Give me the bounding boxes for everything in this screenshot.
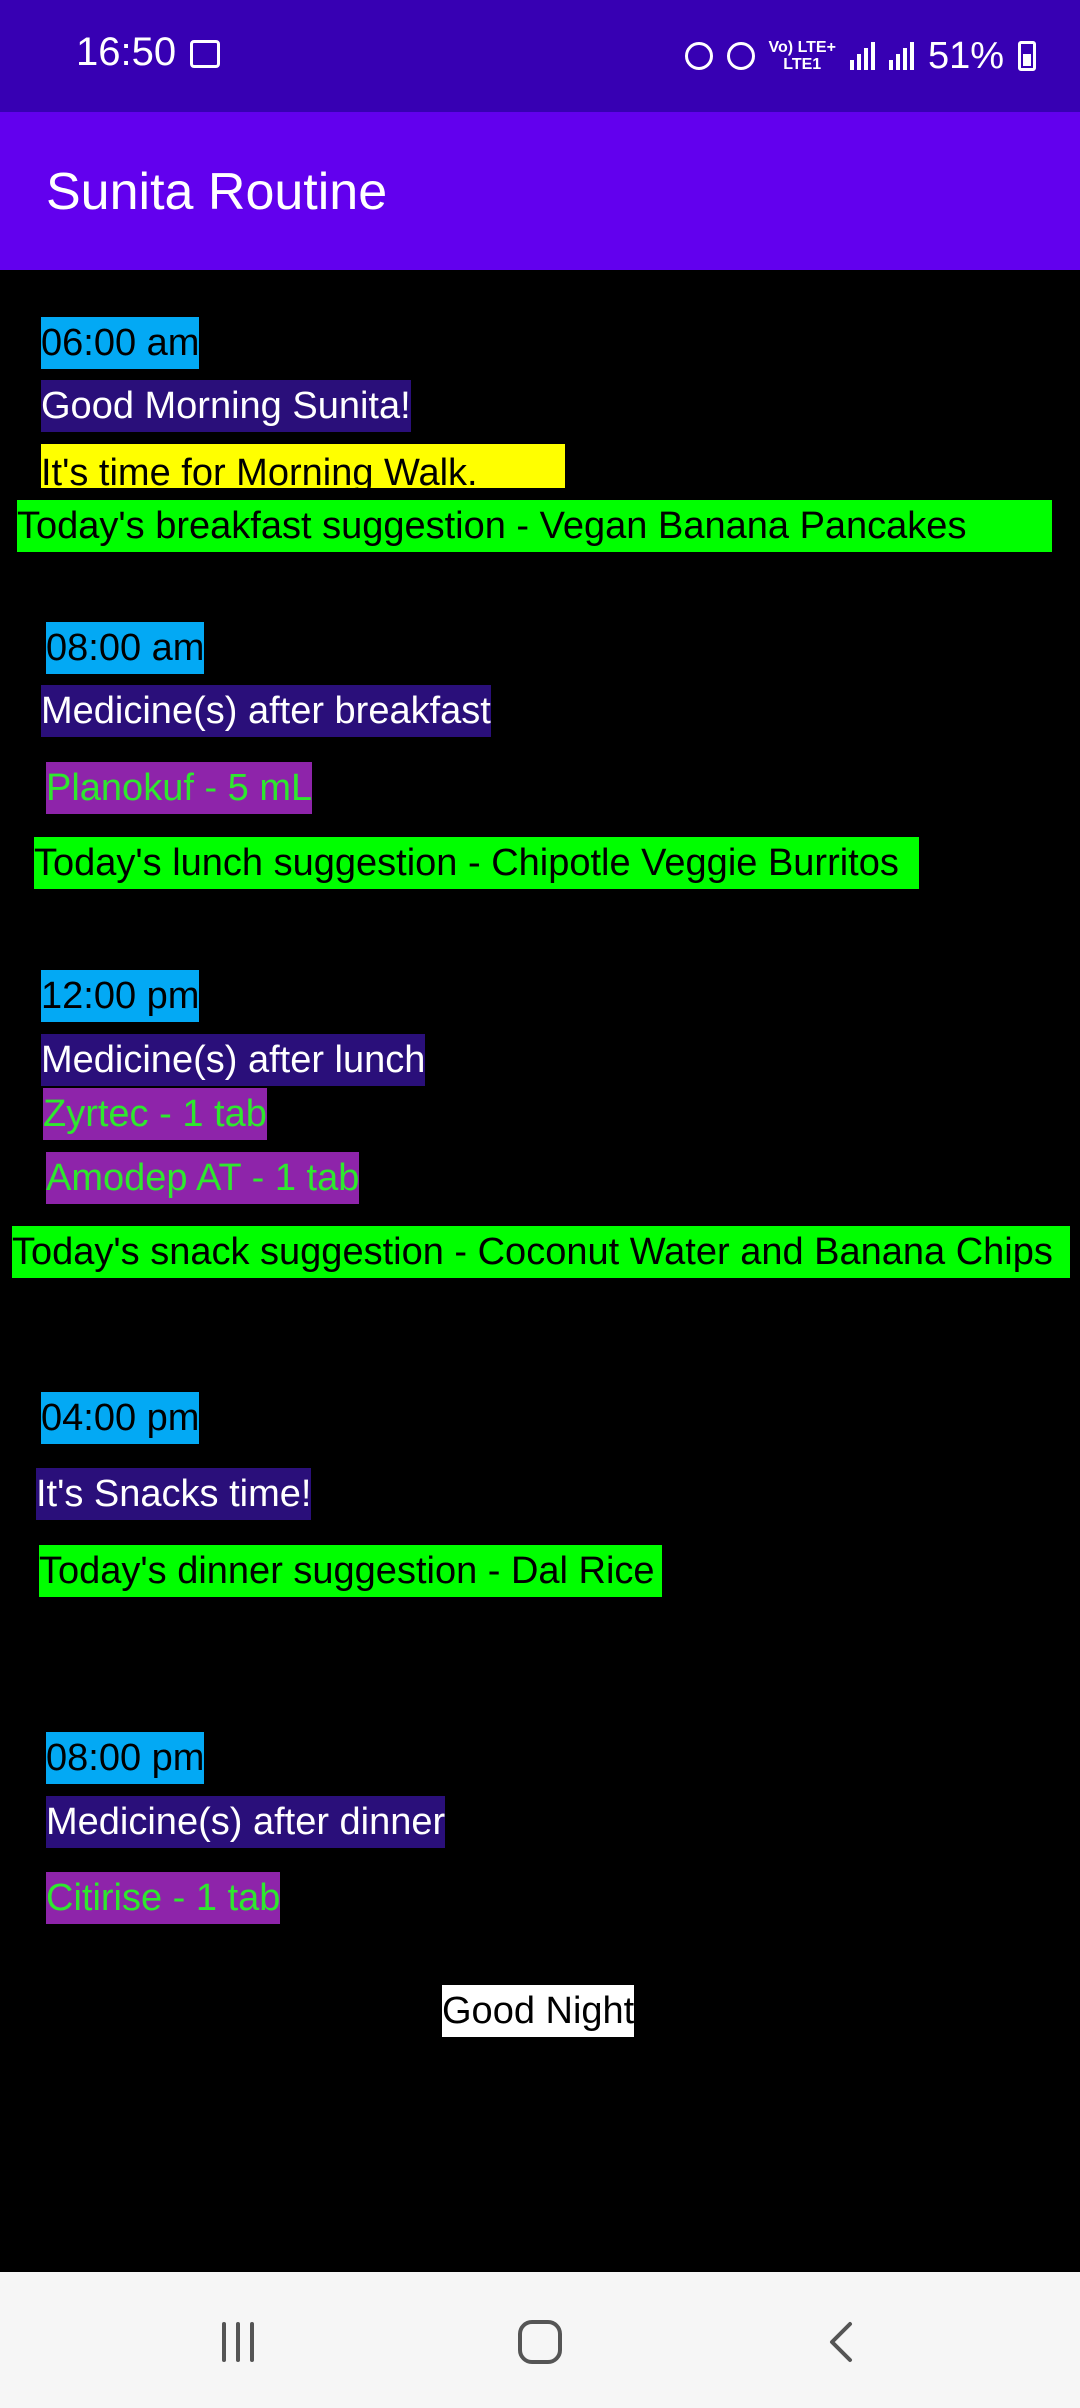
status-bar: 16:50 Vo) LTE+ LTE1 51%: [0, 0, 1080, 112]
data-saver-icon: [684, 42, 713, 70]
signal-1-icon: [849, 42, 875, 70]
routine-list: 06:00 am Good Morning Sunita! It's time …: [0, 270, 1080, 2272]
battery-icon: [1018, 41, 1036, 71]
medicine-item: Planokuf - 5 mL: [46, 762, 313, 814]
medicine-heading: Medicine(s) after dinner: [46, 1796, 446, 1848]
home-icon[interactable]: [500, 2302, 580, 2382]
navigation-bar: [0, 2272, 1080, 2408]
snacks-heading: It's Snacks time!: [36, 1468, 312, 1520]
back-icon[interactable]: [802, 2302, 882, 2382]
network-label: Vo) LTE+ LTE1: [768, 39, 836, 73]
page-title: Sunita Routine: [46, 163, 388, 221]
medicine-item: Zyrtec - 1 tab: [43, 1088, 267, 1140]
signal-2-icon: [888, 42, 914, 70]
suggestion-label: Today's breakfast suggestion - Vegan Ban…: [17, 500, 1052, 552]
suggestion-label: Today's lunch suggestion - Chipotle Vegg…: [34, 837, 919, 889]
app-bar: Sunita Routine: [0, 112, 1080, 270]
medicine-heading: Medicine(s) after lunch: [41, 1034, 426, 1086]
medicine-item: Amodep AT - 1 tab: [46, 1152, 360, 1204]
good-night-label: Good Night: [442, 1985, 635, 2037]
greeting-label: Good Morning Sunita!: [41, 380, 411, 432]
time-label: 06:00 am: [41, 317, 200, 369]
recents-icon[interactable]: [198, 2302, 278, 2382]
gallery-notification-icon: [190, 40, 220, 68]
time-label: 08:00 pm: [46, 1732, 205, 1784]
status-icons: Vo) LTE+ LTE1 51%: [684, 28, 1036, 84]
suggestion-label: Today's dinner suggestion - Dal Rice: [39, 1545, 662, 1597]
medicine-item: Citirise - 1 tab: [46, 1872, 281, 1924]
alarm-icon: [726, 42, 755, 70]
time-label: 12:00 pm: [41, 970, 200, 1022]
suggestion-label: Today's snack suggestion - Coconut Water…: [12, 1226, 1070, 1278]
medicine-heading: Medicine(s) after breakfast: [41, 685, 491, 737]
battery-percent: 51%: [927, 34, 1004, 77]
time-label: 08:00 am: [46, 622, 205, 674]
time-label: 04:00 pm: [41, 1392, 200, 1444]
status-time: 16:50: [76, 30, 177, 74]
activity-label: It's time for Morning Walk.: [41, 444, 565, 488]
